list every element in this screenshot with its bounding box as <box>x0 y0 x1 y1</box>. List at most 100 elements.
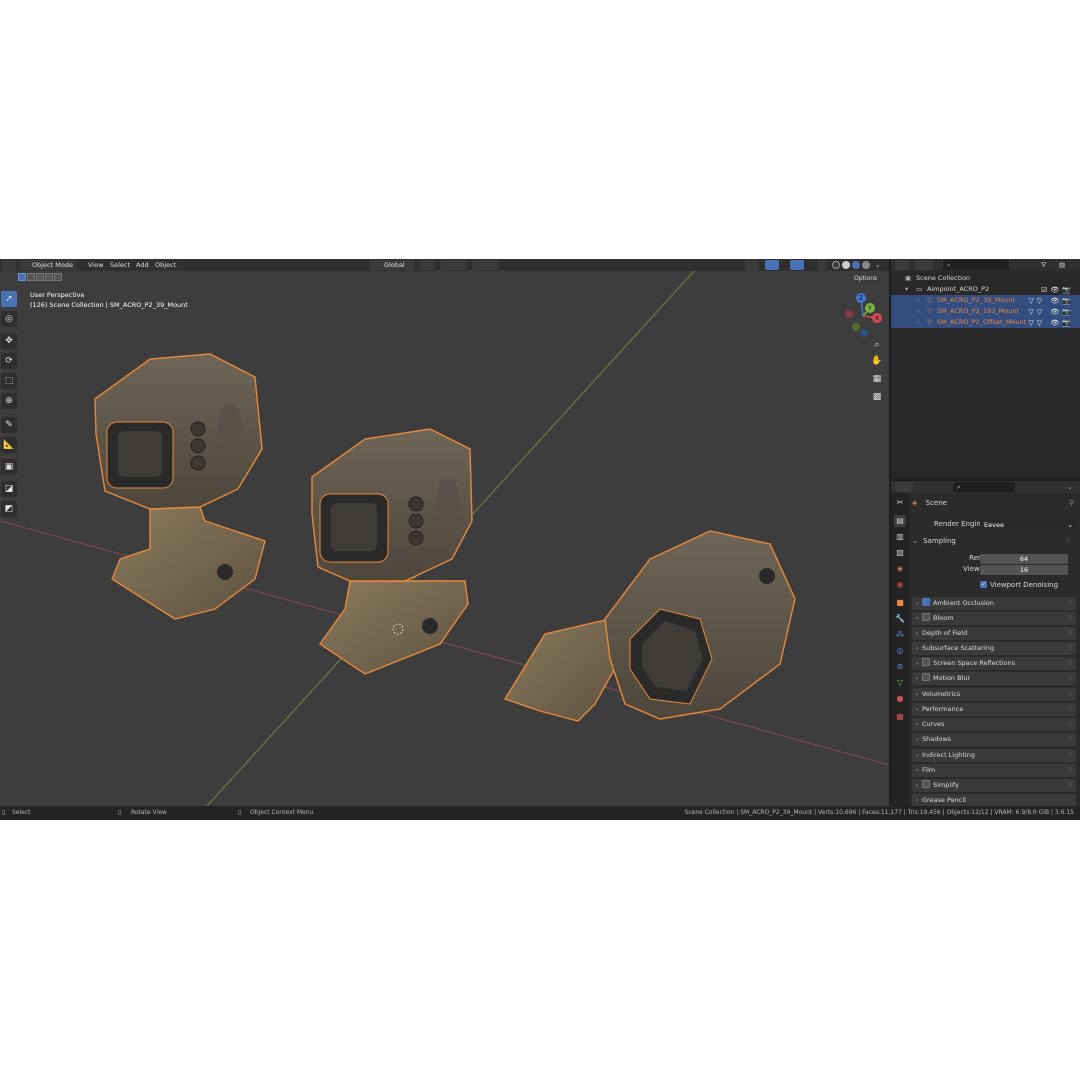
transform-tool-icon[interactable]: ⊕ <box>1 393 17 409</box>
expand-chevron-icon[interactable]: › <box>917 306 920 317</box>
constraints-tab-icon[interactable]: ⊚ <box>894 661 906 673</box>
drag-handle-icon[interactable]: ⁞⁞ <box>1068 672 1072 685</box>
select-intersect-icon[interactable] <box>54 273 62 281</box>
world-tab-icon[interactable]: ◉ <box>894 579 906 591</box>
measure-tool-icon[interactable]: 📐 <box>1 437 17 453</box>
viewport-scene[interactable] <box>0 259 889 806</box>
panel-ambient-occlusion[interactable]: › Ambient Occlusion ⁞⁞ <box>912 597 1076 610</box>
add-cube-tool-icon[interactable]: ▣ <box>1 459 17 475</box>
select-subtract-icon[interactable] <box>36 273 44 281</box>
new-collection-icon[interactable]: ▤ <box>1059 261 1065 270</box>
editor-type-button[interactable] <box>2 260 16 270</box>
texture-tab-icon[interactable]: ▦ <box>894 711 906 723</box>
overlay-toggle[interactable] <box>790 260 804 270</box>
drag-handle-icon[interactable]: ⁞⁞ <box>1068 597 1072 610</box>
object-tab-icon[interactable]: ■ <box>894 597 906 609</box>
drag-handle-icon[interactable]: ⁞⁞ <box>1068 733 1072 746</box>
shading-solid-icon[interactable] <box>842 261 850 269</box>
camera-view-icon[interactable]: ▦ <box>871 373 883 385</box>
navigation-gizmo[interactable]: X Y Z <box>840 293 886 339</box>
outliner-item-39-mount[interactable]: › ▽ SM_ACRO_P2_39_Mount ▽▽ 👁📷 <box>891 295 1080 306</box>
select-tool-icon[interactable]: ➚ <box>1 291 17 307</box>
drag-handle-icon[interactable]: ⁞⁞ <box>1068 718 1072 731</box>
drag-handle-icon[interactable]: ⁞⁞ <box>1068 612 1072 625</box>
panel-shadows[interactable]: › Shadows ⁞⁞ <box>912 733 1076 746</box>
object-sm-acro-p2-39-mount[interactable] <box>94 353 266 620</box>
physics-tab-icon[interactable]: ◎ <box>894 645 906 657</box>
panel-simplify[interactable]: › Simplify ⁞⁞ <box>912 779 1076 792</box>
properties-search-input[interactable] <box>953 482 1015 492</box>
panel-grease-pencil[interactable]: › Grease Pencil <box>912 794 1076 806</box>
menu-select[interactable]: Select <box>110 261 130 270</box>
select-new-icon[interactable] <box>18 273 26 281</box>
object-sm-acro-p2-offset-mount[interactable] <box>503 530 796 722</box>
pan-hand-icon[interactable]: ✋ <box>871 355 883 367</box>
options-dropdown[interactable]: Options <box>851 274 881 284</box>
checkbox-checked-icon[interactable]: ✓ <box>980 581 987 588</box>
proportional-edit-button[interactable] <box>472 260 498 270</box>
display-mode-dropdown[interactable] <box>915 260 933 270</box>
viewport-samples-field[interactable]: 16 <box>980 565 1068 575</box>
panel-subsurface-scattering[interactable]: › Subsurface Scattering ⁞⁞ <box>912 642 1076 655</box>
pin-icon[interactable]: ⚲ <box>1069 499 1074 507</box>
expand-chevron-icon[interactable]: › <box>917 317 920 328</box>
scale-tool-icon[interactable]: ⬚ <box>1 373 17 389</box>
render-samples-field[interactable]: 64 <box>980 554 1068 564</box>
output-tab-icon[interactable]: ▥ <box>894 531 906 543</box>
shading-wireframe-icon[interactable] <box>832 261 840 269</box>
expand-chevron-icon[interactable]: ▾ <box>905 284 908 295</box>
drag-handle-icon[interactable]: ⁞⁞ <box>1068 627 1072 640</box>
expand-chevron-icon[interactable]: › <box>917 295 920 306</box>
outliner-search-input[interactable] <box>943 260 1009 270</box>
extra-tool-icon[interactable]: ◩ <box>1 501 17 517</box>
particles-tab-icon[interactable]: ⁂ <box>894 629 906 641</box>
outliner-root[interactable]: ▣ Scene Collection <box>891 273 1080 284</box>
move-tool-icon[interactable]: ✥ <box>1 333 17 349</box>
3d-viewport[interactable]: Object Mode View Select Add Object Globa… <box>0 259 889 806</box>
menu-object[interactable]: Object <box>155 261 176 270</box>
properties-editor-type[interactable] <box>895 482 913 492</box>
panel-curves[interactable]: › Curves ⁞⁞ <box>912 718 1076 731</box>
data-tab-icon[interactable]: ▽ <box>894 677 906 689</box>
pivot-button[interactable] <box>420 260 434 270</box>
drag-handle-icon[interactable]: ⁞⁞ <box>1068 703 1072 716</box>
outliner-item-offset-mount[interactable]: › ▽ SM_ACRO_P2_Offset_Mount ▽▽ 👁📷 <box>891 317 1080 328</box>
filter-icon[interactable]: ⛛ <box>1041 261 1046 270</box>
material-tab-icon[interactable]: ● <box>894 693 906 705</box>
view-layer-tab-icon[interactable]: ▧ <box>894 547 906 559</box>
panel-motion-blur[interactable]: › Motion Blur ⁞⁞ <box>912 672 1076 685</box>
panel-indirect-lighting[interactable]: › Indirect Lighting ⁞⁞ <box>912 749 1076 762</box>
annotate-tool-icon[interactable]: ✎ <box>1 417 17 433</box>
rotate-tool-icon[interactable]: ⟳ <box>1 353 17 369</box>
checkbox-icon[interactable] <box>922 673 930 681</box>
shading-rendered-icon[interactable] <box>862 261 870 269</box>
chevron-down-icon[interactable]: ⌄ <box>875 261 880 270</box>
gizmo-toggle[interactable] <box>765 260 779 270</box>
panel-volumetrics[interactable]: › Volumetrics ⁞⁞ <box>912 688 1076 701</box>
modifier-tab-icon[interactable]: 🔧 <box>894 613 906 625</box>
scene-tab-icon[interactable]: ◈ <box>894 563 906 575</box>
zoom-icon[interactable]: ⌕ <box>871 339 883 351</box>
shear-tool-icon[interactable]: ◪ <box>1 481 17 497</box>
panel-performance[interactable]: › Performance ⁞⁞ <box>912 703 1076 716</box>
panel-depth-of-field[interactable]: › Depth of Field ⁞⁞ <box>912 627 1076 640</box>
visibility-button[interactable] <box>745 260 759 270</box>
tool-tab-icon[interactable]: ✂ <box>894 497 906 509</box>
checkbox-icon[interactable] <box>922 780 930 788</box>
menu-view[interactable]: View <box>88 261 103 270</box>
checkbox-checked-icon[interactable] <box>922 598 930 606</box>
drag-handle-icon[interactable]: ⁞⁞ <box>1066 537 1070 545</box>
checkbox-icon[interactable] <box>922 658 930 666</box>
outliner-collection[interactable]: ▾ ▭ Aimpoint_ACRO_P2 ☑👁📷 <box>891 284 1080 295</box>
drag-handle-icon[interactable]: ⁞⁞ <box>1068 749 1072 762</box>
select-extend-icon[interactable] <box>27 273 35 281</box>
panel-screen-space-reflections[interactable]: › Screen Space Reflections ⁞⁞ <box>912 657 1076 670</box>
item-toggles[interactable]: ▽▽ 👁📷 <box>1028 318 1074 329</box>
xray-toggle[interactable] <box>818 260 826 270</box>
outliner-item-193-mount[interactable]: › ▽ SM_ACRO_P2_193_Mount ▽▽ 👁📷 <box>891 306 1080 317</box>
cursor-tool-icon[interactable]: ◎ <box>1 311 17 327</box>
sampling-panel-header[interactable]: ⌄ Sampling ⁞⁞ <box>912 537 1074 545</box>
chevron-down-icon[interactable]: ⌄ <box>1067 483 1072 492</box>
checkbox-icon[interactable] <box>922 613 930 621</box>
ortho-toggle-icon[interactable]: ▩ <box>871 391 883 403</box>
